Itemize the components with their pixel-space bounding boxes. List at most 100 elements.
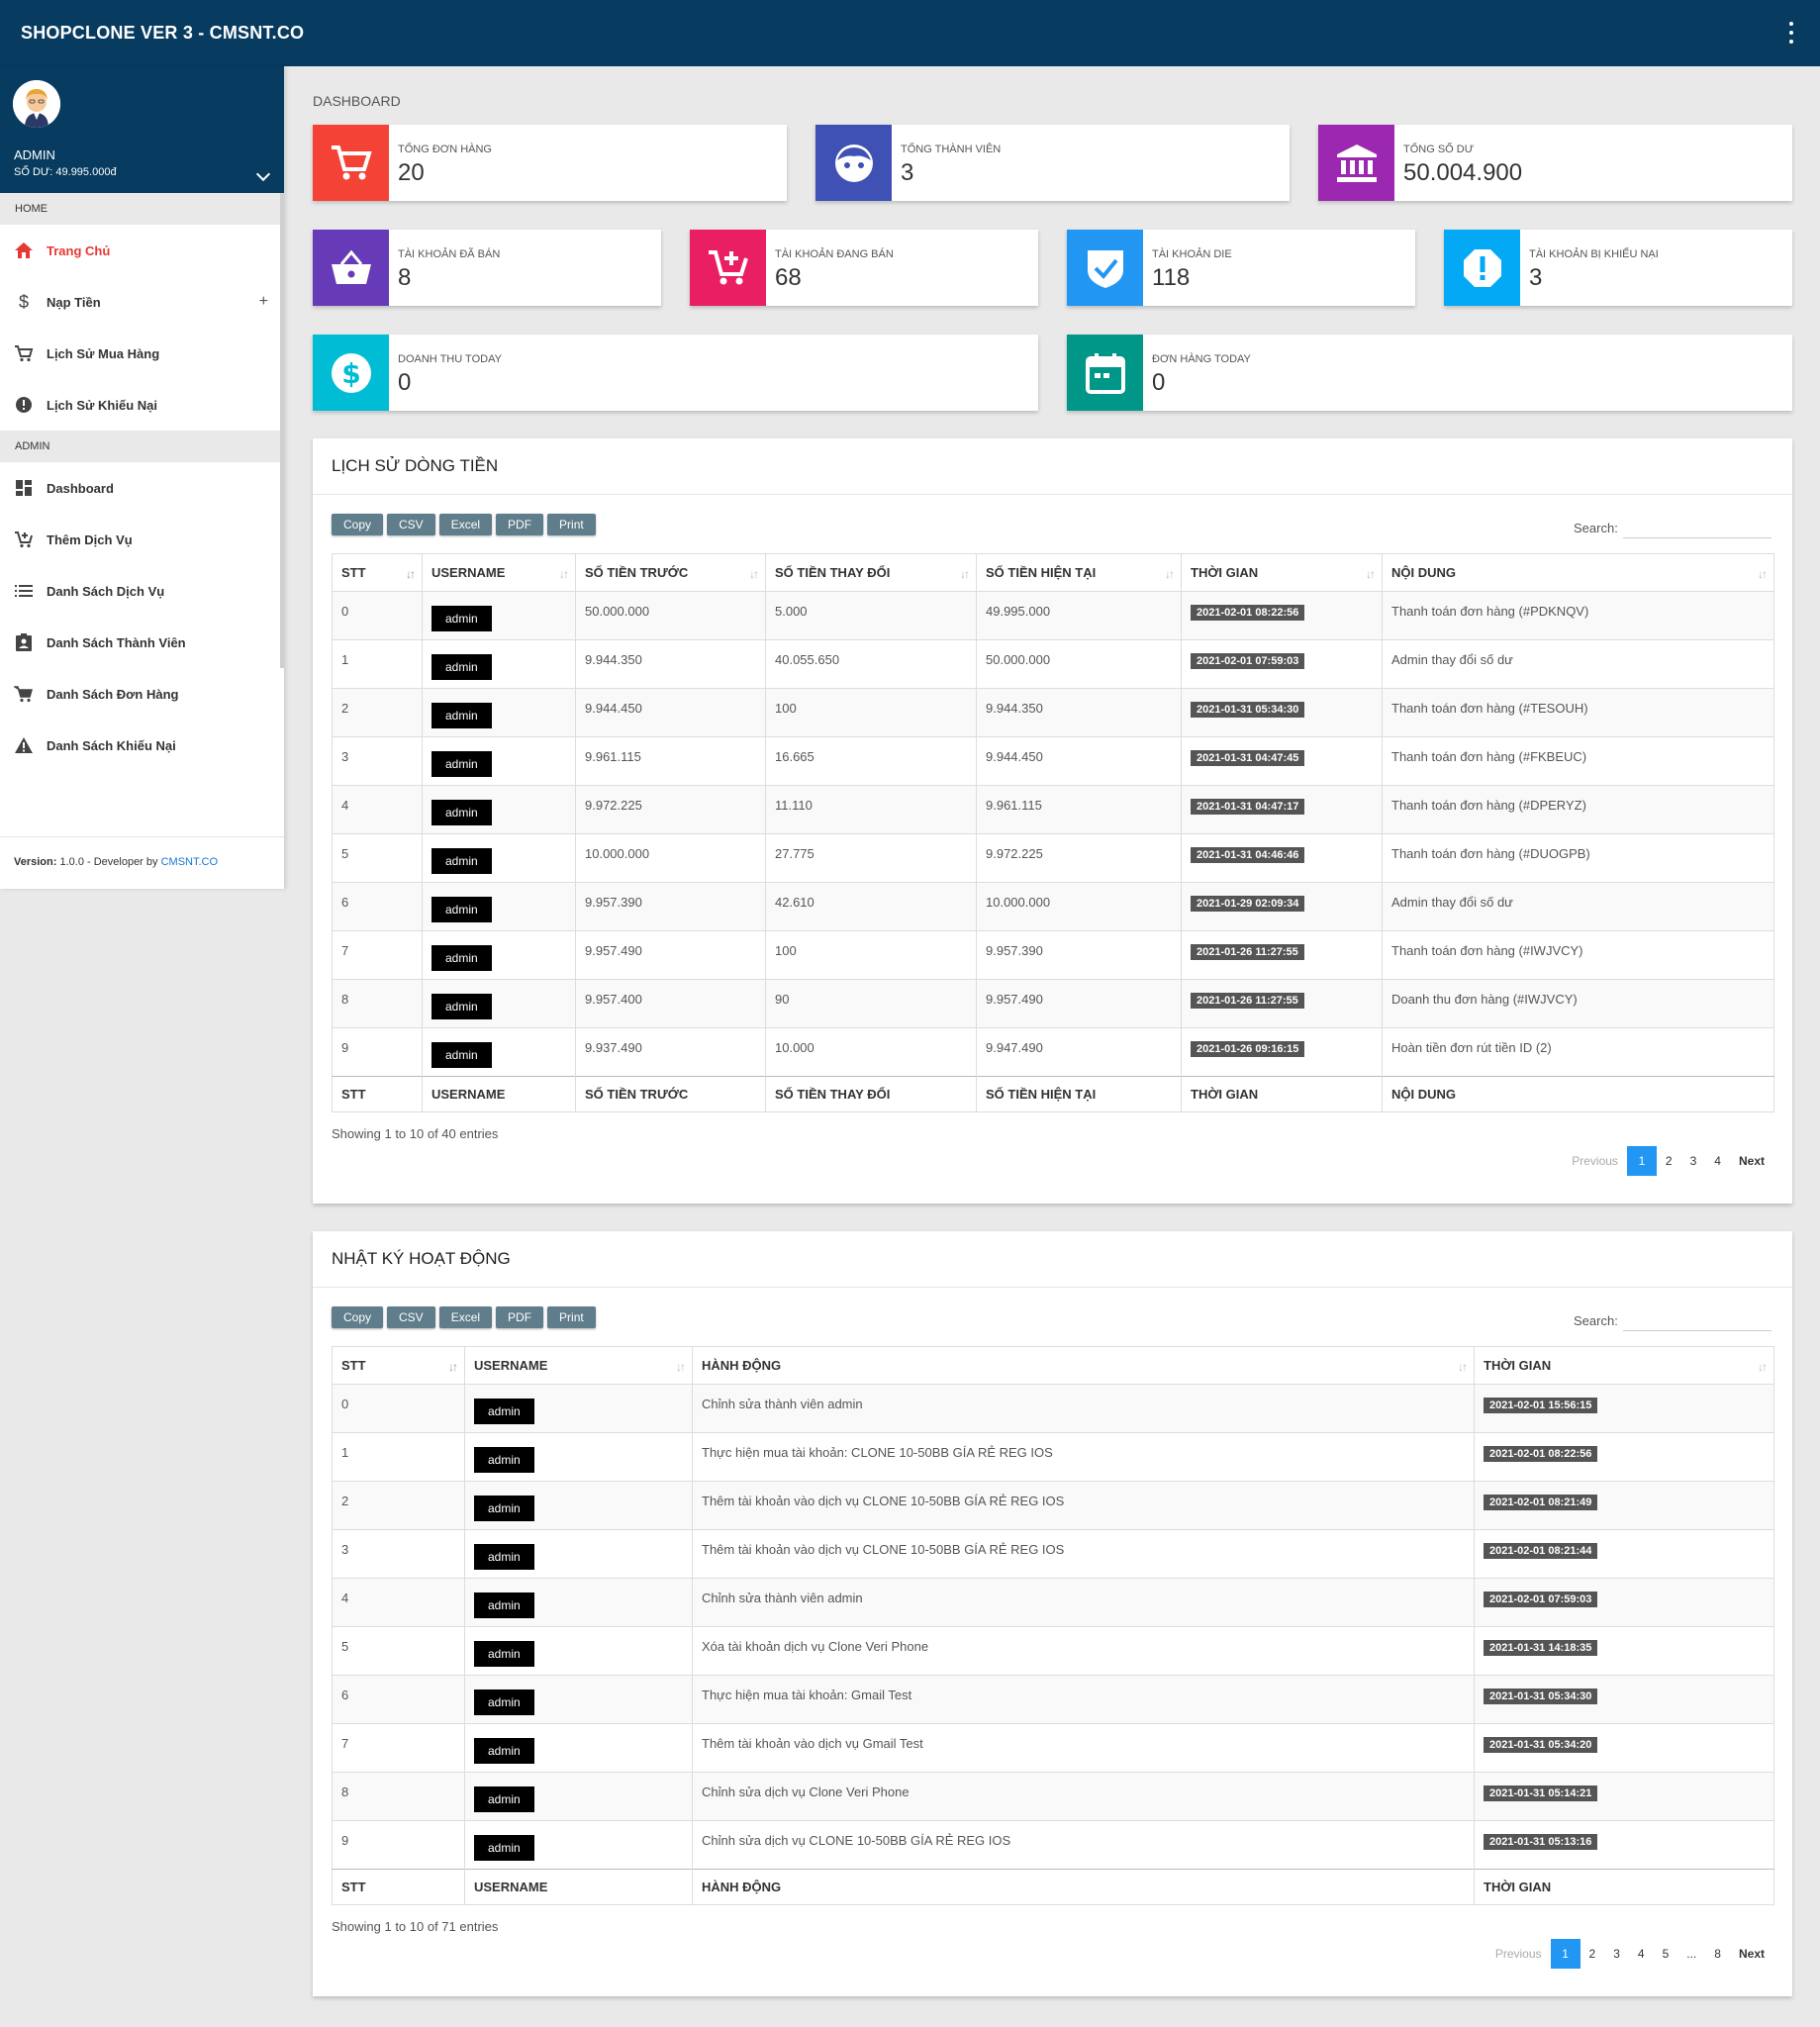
stat-value: 8 [398,264,412,291]
developer-link[interactable]: CMSNT.CO [161,856,218,868]
sidebar-item-service-list[interactable]: Danh Sách Dịch Vụ [0,565,284,617]
more-vert-icon[interactable] [1788,22,1794,44]
table-cell: 10.000.000 [575,833,766,883]
column-header[interactable]: STT ↓↑ [332,553,423,592]
column-header[interactable]: THỜI GIAN ↓↑ [1181,553,1383,592]
username-badge: admin [474,1593,534,1618]
page-button[interactable]: 5 [1654,1939,1678,1969]
excel-button[interactable]: Excel [438,1306,493,1328]
column-header[interactable]: THỜI GIAN ↓↑ [1474,1346,1774,1385]
copy-button[interactable]: Copy [332,514,384,535]
svg-text:$: $ [341,357,360,390]
cell-text: Thanh toán đơn hàng (#DPERYZ) [1391,798,1586,813]
cell-text: Thanh toán đơn hàng (#DUOGPB) [1391,846,1590,861]
stat-card-revenue-today: $ DOANH THU TODAY 0 [313,335,1038,411]
table-row: 6 admin Thực hiện mua tài khoản: Gmail Tes… [332,1675,1774,1724]
csv-button[interactable]: CSV [387,1306,435,1328]
previous-page-button[interactable]: Previous [1486,1939,1551,1969]
print-button[interactable]: Print [547,514,596,535]
page-button[interactable]: 8 [1705,1939,1730,1969]
time-badge: 2021-02-01 08:22:56 [1484,1446,1598,1462]
table-cell: 3 [332,1529,465,1579]
stat-label: TÀI KHOẢN BỊ KHIẾU NẠI [1529,248,1659,260]
chevron-down-icon[interactable] [255,166,271,182]
avatar[interactable] [13,80,60,128]
column-header[interactable]: USERNAME ↓↑ [422,553,576,592]
cell-text: 4 [341,1591,349,1605]
column-header[interactable]: HÀNH ĐỘNG ↓↑ [692,1346,1475,1385]
cell-text: 0 [341,604,349,619]
excel-button[interactable]: Excel [438,514,493,535]
expand-plus-icon[interactable]: + [259,293,268,311]
next-page-button[interactable]: Next [1730,1146,1773,1176]
sidebar-item-label: Thêm Dịch Vụ [47,531,133,547]
table-header-row: STT ↓↑ USERNAME ↓↑ HÀNH ĐỘNG ↓↑ THỜI GIAN ↓↑ [332,1346,1774,1385]
page-button[interactable]: 2 [1657,1146,1681,1176]
cell-text: 7 [341,1736,349,1751]
csv-button[interactable]: CSV [387,514,435,535]
sidebar-item-label: Lịch Sử Mua Hàng [47,345,160,361]
table-cell: Thêm tài khoản vào dịch vụ CLONE 10-50BB… [692,1529,1475,1579]
pdf-button[interactable]: PDF [496,1306,544,1328]
username-badge: admin [431,654,492,680]
alert-circle-icon [13,394,35,416]
sidebar-item-deposit[interactable]: $ Nạp Tiền + [0,276,284,328]
page-button-current[interactable]: 1 [1626,1146,1657,1176]
sidebar-item-purchase-history[interactable]: Lịch Sử Mua Hàng [0,328,284,379]
pdf-button[interactable]: PDF [496,514,544,535]
face-icon [815,125,892,201]
column-header[interactable]: SỐ TIỀN TRƯỚC ↓↑ [575,553,766,592]
column-header[interactable]: USERNAME ↓↑ [464,1346,693,1385]
column-header[interactable]: SỐ TIỀN THAY ĐỔI ↓↑ [765,553,977,592]
table-cell: Thực hiện mua tài khoản: CLONE 10-50BB G… [692,1432,1475,1482]
cell-text: Hoàn tiền đơn rút tiền ID (2) [1391,1040,1552,1055]
time-badge: 2021-02-01 08:21:49 [1484,1495,1598,1510]
version-label: Version: [14,856,57,868]
cell-text: 9.961.115 [585,749,641,764]
sidebar-item-order-list[interactable]: Danh Sách Đơn Hàng [0,668,284,720]
username-badge: admin [431,800,492,825]
sidebar-item-dashboard[interactable]: Dashboard [0,462,284,514]
username-badge: admin [431,994,492,1019]
column-header[interactable]: NỘI DUNG ↓↑ [1382,553,1774,592]
sidebar-item-complaint-history[interactable]: Lịch Sử Khiếu Nại [0,379,284,431]
sidebar-item-complaint-list[interactable]: Danh Sách Khiếu Nại [0,720,284,771]
cart-add-icon [13,529,35,550]
table-cell: 16.665 [765,736,977,786]
sidebar-item-home[interactable]: Trang Chủ [0,225,284,276]
previous-page-button[interactable]: Previous [1563,1146,1627,1176]
page-button[interactable]: 2 [1581,1939,1605,1969]
table-cell: 2 [332,688,423,737]
table-cell: 1 [332,639,423,689]
table-cell: Chỉnh sửa thành viên admin [692,1384,1475,1433]
table-row: 3 admin 9.961.115 16.665 9.944.450 2021-01-31… [332,736,1774,786]
search-input[interactable] [1623,1309,1772,1331]
table-cell: 2021-02-01 08:22:56 [1474,1432,1774,1482]
page-button[interactable]: 4 [1629,1939,1654,1969]
sidebar-item-member-list[interactable]: Danh Sách Thành Viên [0,617,284,668]
column-header[interactable]: SỐ TIỀN HIỆN TẠI ↓↑ [976,553,1182,592]
cell-text: 50.000.000 [986,652,1051,667]
search-input[interactable] [1623,517,1772,538]
copy-button[interactable]: Copy [332,1306,384,1328]
sidebar-item-label: Dashboard [47,480,114,496]
page-button-current[interactable]: 1 [1550,1939,1581,1969]
column-header[interactable]: STT ↓↑ [332,1346,465,1385]
table-cell: admin [464,1384,693,1433]
cell-text: 9 [341,1040,349,1055]
stat-label: ĐƠN HÀNG TODAY [1152,353,1251,365]
cell-text: 42.610 [775,895,814,910]
cash-flow-table: STT ↓↑ USERNAME ↓↑ SỐ TIỀN TRƯỚC ↓↑ SỐ TIỀN… [332,553,1774,1112]
stat-value: 50.004.900 [1403,159,1523,186]
page-button[interactable]: 3 [1681,1146,1706,1176]
table-cell: Thanh toán đơn hàng (#IWJVCY) [1382,930,1774,980]
breadcrumb: DASHBOARD [313,93,401,109]
cell-text: 8 [341,1785,349,1799]
time-badge: 2021-01-31 05:34:30 [1191,702,1305,718]
page-button[interactable]: 3 [1604,1939,1629,1969]
next-page-button[interactable]: Next [1730,1939,1773,1969]
print-button[interactable]: Print [547,1306,596,1328]
sidebar-item-add-service[interactable]: Thêm Dịch Vụ [0,514,284,565]
page-button[interactable]: 4 [1705,1146,1730,1176]
app-title[interactable]: SHOPCLONE VER 3 - CMSNT.CO [21,23,304,44]
